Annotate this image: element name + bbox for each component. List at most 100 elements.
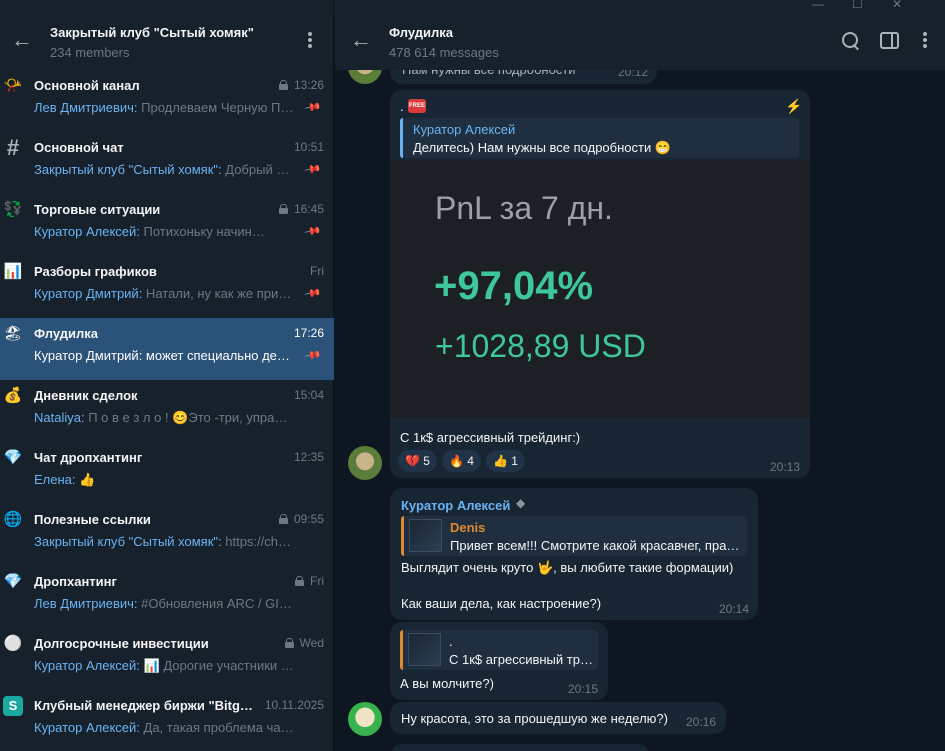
message-text: Как ваши дела, как настроение?)	[401, 596, 602, 611]
reply-quote[interactable]: Куратор Алексей Делитесь) Нам нужны все …	[400, 118, 799, 158]
reply-thumbnail	[409, 519, 442, 552]
topic-time-text: 09:55	[293, 512, 324, 526]
pnl-title: PnL за 7 дн.	[435, 190, 613, 226]
badge-icon: ◆	[516, 496, 526, 510]
diamond-icon: 💎	[3, 573, 23, 590]
preview-text: 📊 Дорогие участники клу…	[143, 658, 296, 673]
reply-quote[interactable]: . С 1к$ агрессивный тр…	[400, 630, 598, 670]
preview-text: Потихоньку начин…	[139, 224, 265, 239]
thumbs-up-icon: 👍	[493, 454, 508, 468]
topic-time-text: 17:26	[293, 326, 324, 340]
topic-item[interactable]: 💰 Дневник сделок 15:04 Nataliya: П о в е з …	[0, 380, 334, 442]
topic-time: Fri	[295, 574, 324, 588]
topic-preview: Лев Дмитриевич: #Обновления ARC / GI…	[34, 596, 296, 611]
preview-sender: Лев Дмитриевич:	[34, 100, 138, 115]
message-bubble-pnl: . FREE ⚡ Куратор Алексей Делитесь) Нам н…	[390, 90, 810, 478]
money-bag-icon: 💰	[3, 387, 23, 404]
minimize-icon[interactable]: —	[812, 0, 824, 11]
sidebar-toggle-icon[interactable]	[880, 32, 899, 49]
topic-time-text: 13:26	[293, 78, 324, 92]
more-menu-icon[interactable]	[915, 30, 935, 52]
close-icon[interactable]: ✕	[892, 0, 902, 11]
topic-item[interactable]: 💱 Торговые ситуации 16:45 Куратор Алексей: …	[0, 194, 334, 256]
free-badge: FREE	[408, 99, 426, 113]
avatar[interactable]	[348, 446, 382, 480]
reply-author: Куратор Алексей	[413, 122, 516, 137]
topic-name: Основной чат	[34, 140, 124, 155]
pin-icon: 📌	[303, 99, 322, 117]
topic-time-text: 15:04	[293, 388, 324, 402]
chat-title[interactable]: Флудилка	[389, 25, 453, 40]
chat-message-count: 478 614 messages	[389, 45, 499, 60]
reply-text: Делитесь) Нам нужны все подробности 😁	[413, 140, 672, 155]
diamond-icon: 💎	[3, 449, 23, 466]
preview-text: #Обновления ARC / GI…	[137, 596, 292, 611]
topic-list: 📯 Основной канал 13:26 Лев Дмитриевич: Прод…	[0, 70, 334, 751]
reaction-broken-heart[interactable]: 💔 5	[398, 450, 437, 472]
chart-icon: 📊	[3, 263, 23, 280]
topic-item[interactable]: 🏖 Флудилка 17:26 Куратор Дмитрий: может спе…	[0, 318, 334, 380]
message-time: 20:16	[686, 715, 717, 729]
reply-thumbnail	[408, 633, 441, 666]
group-header: ← Закрытый клуб "Сытый хомяк" 234 member…	[0, 14, 334, 70]
topic-time: 12:35	[294, 450, 324, 464]
pin-icon: 📌	[303, 285, 322, 303]
message-time: 20:15	[568, 682, 599, 696]
coin-icon: ⚪	[3, 635, 23, 652]
topic-name: Дропхантинг	[34, 574, 117, 589]
topic-preview: Закрытый клуб "Сытый хомяк": Добрый …	[34, 162, 296, 177]
topic-name: Чат дропхантинг	[34, 450, 143, 465]
topic-time-text: Fri	[310, 264, 324, 278]
topic-item[interactable]: # Основной чат 10:51 Закрытый клуб "Сытый х…	[0, 132, 334, 194]
topic-item[interactable]: 💎 Чат дропхантинг 12:35 Елена: 👍	[0, 442, 334, 504]
preview-text: Натали, ну как же при…	[142, 286, 292, 301]
topic-name: Полезные ссылки	[34, 512, 151, 527]
currency-exchange-icon: 💱	[3, 201, 23, 218]
topic-item[interactable]: S Клубный менеджер биржи "Bitg… 10.11.2025…	[0, 690, 334, 751]
topic-name: Клубный менеджер биржи "Bitg…	[34, 698, 253, 713]
topic-time-text: 16:45	[293, 202, 324, 216]
topic-name: Дневник сделок	[34, 388, 138, 403]
topic-item[interactable]: 📊 Разборы графиков Fri Куратор Дмитрий: Нат…	[0, 256, 334, 318]
topic-time: 09:55	[278, 512, 324, 526]
preview-sender: Закрытый клуб "Сытый хомяк":	[34, 534, 222, 549]
maximize-icon[interactable]: ☐	[852, 0, 863, 11]
reaction-fire[interactable]: 🔥 4	[442, 450, 481, 472]
reply-quote[interactable]: Denis Привет всем!!! Смотрите какой крас…	[401, 516, 747, 556]
reply-author: Denis	[450, 520, 486, 535]
pin-icon: 📌	[303, 347, 322, 365]
topic-item[interactable]: 💎 Дропхантинг Fri Лев Дмитриевич: #Обновлен…	[0, 566, 334, 628]
topic-item[interactable]: ⚪ Долгосрочные инвестиции Wed Куратор Алекс…	[0, 628, 334, 690]
more-menu-icon[interactable]	[300, 30, 320, 52]
back-arrow-icon[interactable]: ←	[10, 28, 34, 52]
chat-panel: ← Флудилка 478 614 messages Нам нужны вс…	[335, 14, 945, 751]
topics-panel: ← Закрытый клуб "Сытый хомяк" 234 member…	[0, 0, 334, 751]
topic-item[interactable]: 📯 Основной канал 13:26 Лев Дмитриевич: Прод…	[0, 70, 334, 132]
search-icon[interactable]	[840, 30, 862, 52]
message-author[interactable]: Куратор Алексей	[401, 498, 510, 513]
topic-preview: Лев Дмитриевич: Продлеваем Черную П…	[34, 100, 296, 115]
topic-time: 15:04	[294, 388, 324, 402]
reaction-thumbs-up[interactable]: 👍 1	[486, 450, 525, 472]
lock-icon	[278, 80, 288, 90]
group-title[interactable]: Закрытый клуб "Сытый хомяк"	[50, 25, 254, 40]
avatar[interactable]	[348, 702, 382, 736]
preview-text: может специально де…	[142, 348, 290, 363]
topic-time: 16:45	[278, 202, 324, 216]
pnl-image[interactable]: PnL за 7 дн. +97,04% +1028,89 USD	[390, 160, 810, 418]
pnl-percent: +97,04%	[434, 264, 594, 308]
topic-item[interactable]: 🌐 Полезные ссылки 09:55 Закрытый клуб "Сыты…	[0, 504, 334, 566]
lock-icon	[284, 638, 294, 648]
message-dot: .	[400, 99, 404, 114]
back-arrow-icon[interactable]: ←	[349, 28, 373, 52]
beach-icon: 🏖	[3, 325, 23, 342]
lightning-icon: ⚡	[785, 98, 803, 114]
preview-text: Добрый …	[221, 162, 290, 177]
message-time: 20:13	[770, 460, 801, 474]
message-bubble: . С 1к$ агрессивный тр… А вы молчите?) 2…	[390, 622, 608, 700]
chrome-icon: 🌐	[3, 511, 23, 528]
topic-time-text: Wed	[299, 636, 324, 650]
lock-icon	[278, 514, 288, 524]
topic-time: 17:26	[294, 326, 324, 340]
reactions-row: 💔 5 🔥 4 👍 1	[398, 450, 598, 472]
